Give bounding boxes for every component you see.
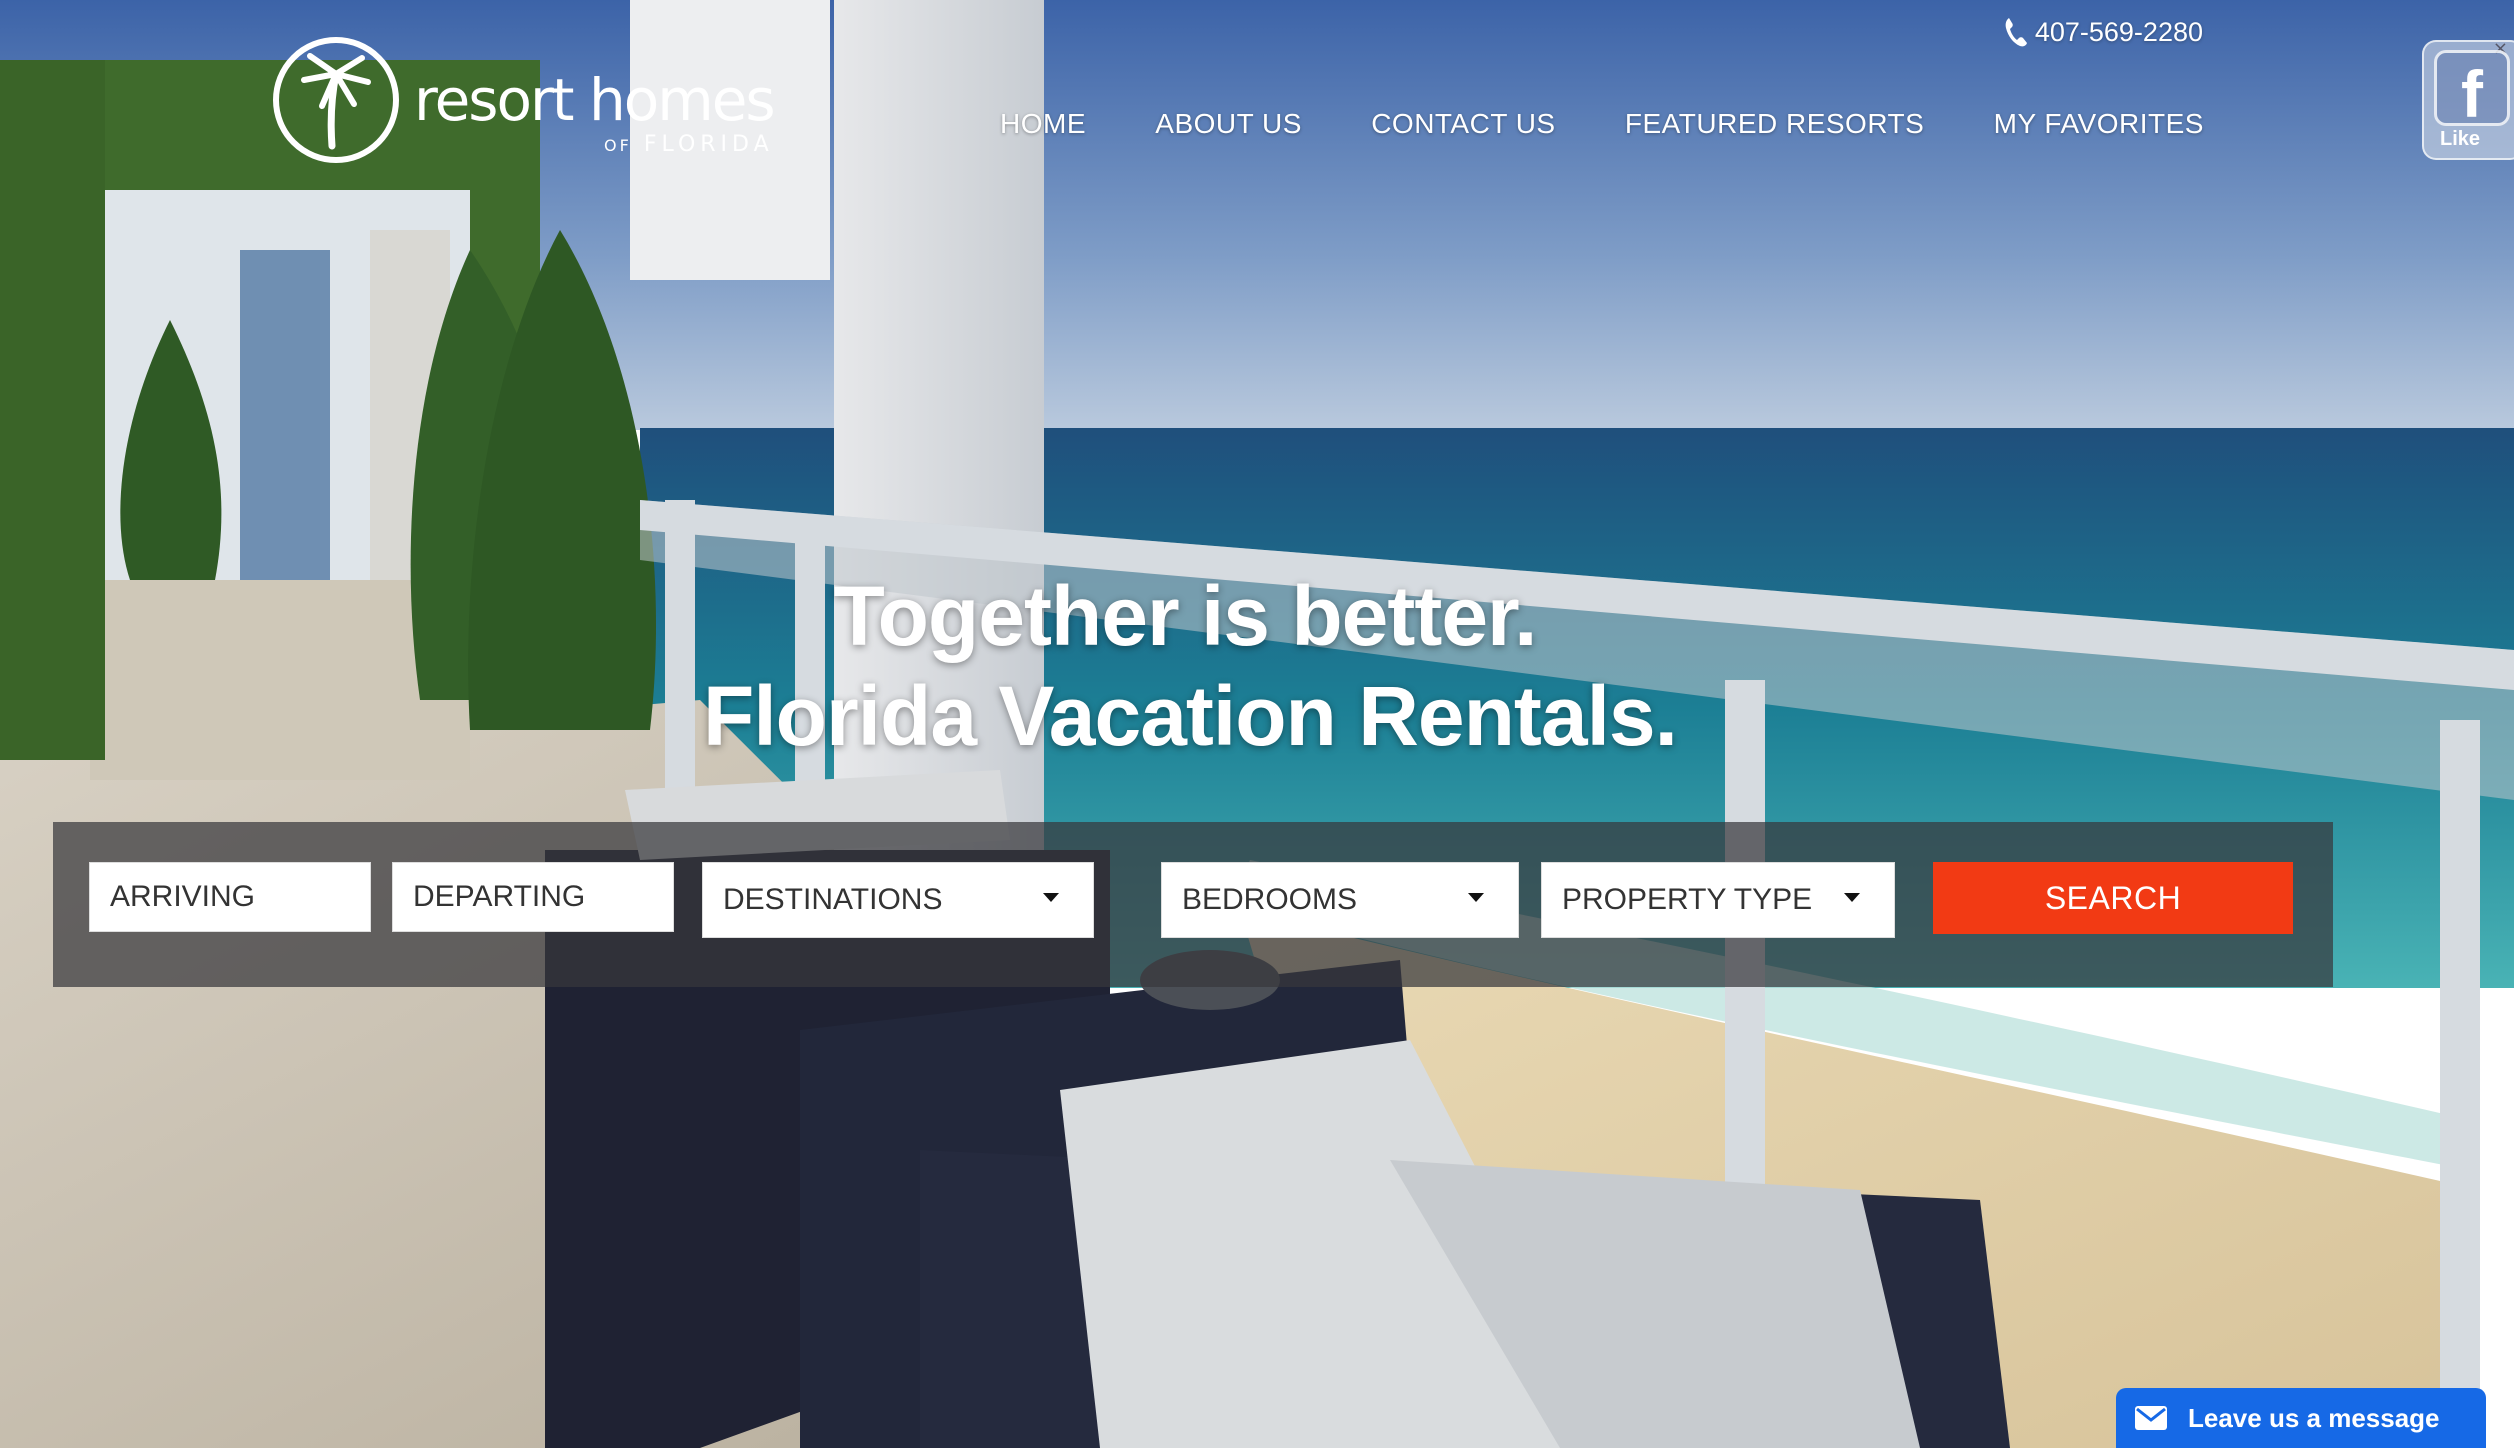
property-type-select[interactable]: PROPERTY TYPE <box>1541 862 1895 938</box>
logo-wordmark: resort homes OF FLORIDA <box>414 66 776 157</box>
nav-contact-us[interactable]: CONTACT US <box>1371 108 1555 140</box>
palm-tree-logo-icon <box>273 37 399 163</box>
logo-sub-text: OF FLORIDA <box>604 132 774 157</box>
logo-sub-state: FLORIDA <box>643 132 774 157</box>
bedrooms-select[interactable]: BEDROOMS <box>1161 862 1519 938</box>
leave-message-button[interactable]: Leave us a message <box>2116 1388 2486 1448</box>
facebook-like-label: Like <box>2440 128 2481 150</box>
headline-line-2: Florida Vacation Rentals. <box>703 669 1678 763</box>
nav-featured-resorts[interactable]: FEATURED RESORTS <box>1625 108 1924 140</box>
chevron-down-icon <box>1844 893 1860 902</box>
search-bar: ARRIVING DEPARTING DESTINATIONS BEDROOMS… <box>53 822 2333 987</box>
departing-date-field[interactable]: DEPARTING <box>392 862 674 932</box>
hero-headline: Together is better. Florida Vacation Ren… <box>0 566 2514 766</box>
site-logo[interactable]: resort homes OF FLORIDA <box>270 34 776 166</box>
phone-icon <box>2005 18 2027 47</box>
nav-home[interactable]: HOME <box>1000 108 1086 140</box>
headline-line-1: Together is better. <box>833 569 1538 663</box>
chevron-down-icon <box>1468 893 1484 902</box>
hero-section: resort homes OF FLORIDA 407-569-2280 HOM… <box>0 0 2514 1448</box>
leave-message-label: Leave us a message <box>2188 1402 2440 1433</box>
nav-my-favorites[interactable]: MY FAVORITES <box>1994 108 2204 140</box>
facebook-icon: f <box>2434 50 2510 131</box>
property-type-select-label: PROPERTY TYPE <box>1562 883 1813 916</box>
logo-main-text: resort homes <box>414 66 776 134</box>
nav-about-us[interactable]: ABOUT US <box>1155 108 1302 140</box>
arriving-date-field[interactable]: ARRIVING <box>89 862 371 932</box>
bedrooms-select-label: BEDROOMS <box>1182 883 1358 916</box>
logo-sub-prefix: OF <box>604 136 632 155</box>
envelope-icon <box>2135 1406 2167 1430</box>
destinations-select-label: DESTINATIONS <box>723 883 943 916</box>
header-phone[interactable]: 407-569-2280 <box>2003 16 2203 48</box>
facebook-like-widget[interactable]: × f Like <box>2422 38 2514 160</box>
search-button[interactable]: SEARCH <box>1933 862 2293 934</box>
main-nav: HOME ABOUT US CONTACT US FEATURED RESORT… <box>1000 108 2204 140</box>
destinations-select[interactable]: DESTINATIONS <box>702 862 1094 938</box>
phone-number: 407-569-2280 <box>2034 16 2203 47</box>
chevron-down-icon <box>1043 893 1059 902</box>
